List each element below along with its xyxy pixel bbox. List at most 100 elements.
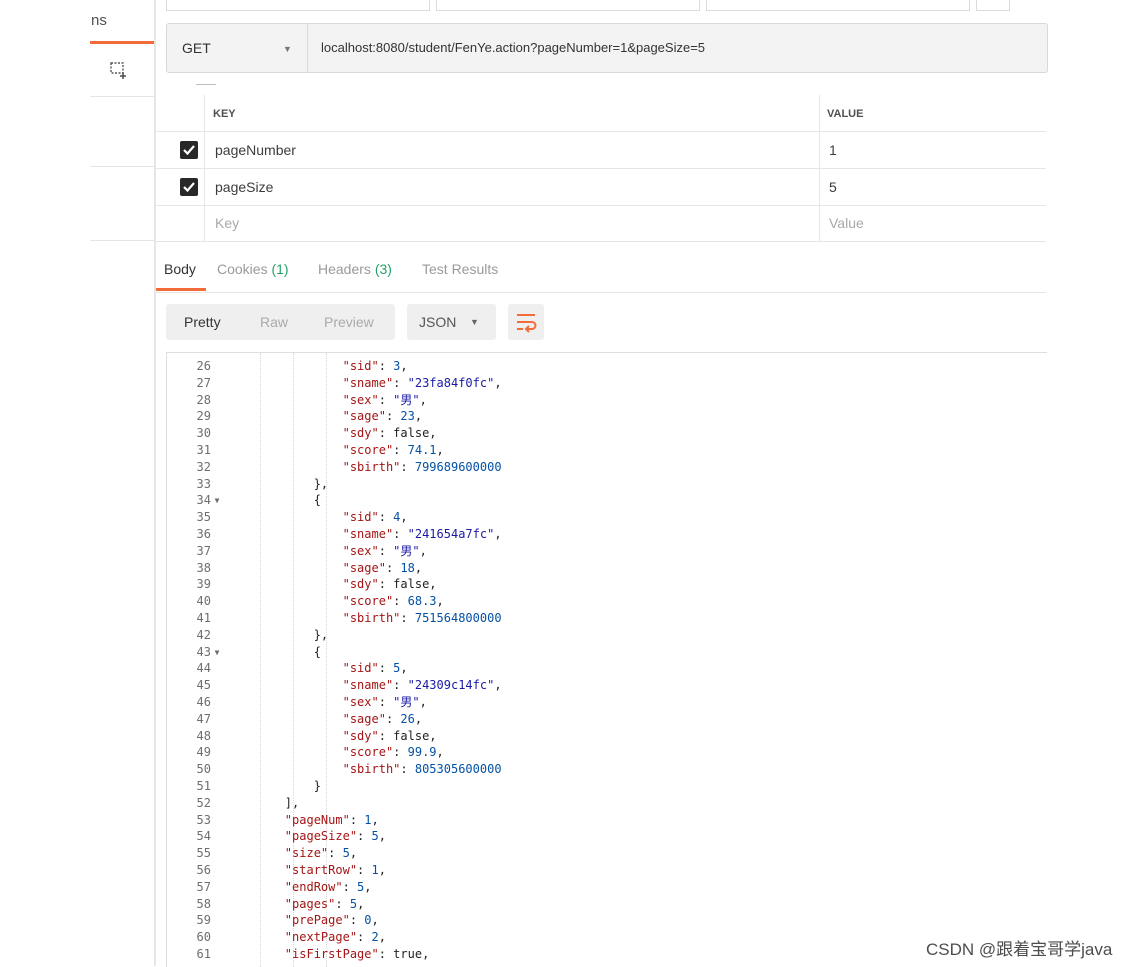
line-number: 45 [196,678,211,693]
tab-headers[interactable]: Headers (3) [318,261,392,277]
wrap-lines-icon[interactable] [508,304,544,340]
code-text: "sname": "24309c14fc", [342,678,502,693]
new-value-input[interactable]: Value [819,205,1046,241]
code-text: } [227,779,321,793]
value-header-label: VALUE [827,108,864,120]
line-number: 29 [196,409,211,424]
line-number: 32 [196,459,211,474]
param-key: pageNumber [215,142,296,158]
sidebar-tab-label[interactable]: ns [91,12,107,29]
code-line: 27 "sname": "23fa84f0fc", [167,375,1047,392]
view-mode-group: Pretty Raw Preview [166,304,395,340]
code-text: "score": 74.1, [342,443,444,457]
param-row: pageSize 5 [156,169,1046,206]
code-line: 32 "sbirth": 799689600000 [167,459,1047,476]
code-text: "sname": "241654a7fc", [342,527,502,541]
code-text: "endRow": 5, [284,879,372,894]
code-text: "isFirstPage": true, [284,947,430,961]
code-text: ], [227,795,300,810]
tab-cookies[interactable]: Cookies (1) [217,261,289,277]
code-line: 48 "sdy": false, [167,728,1047,745]
line-number: 57 [196,879,211,894]
checkbox-column-header [156,95,204,131]
tab-body[interactable]: Body [164,261,196,277]
tab-headers-label: Headers [318,261,371,277]
line-number: 33 [196,476,211,491]
url-input[interactable]: localhost:8080/student/FenYe.action?page… [321,40,705,55]
param-checkbox[interactable] [156,132,204,168]
sidebar: ns [0,0,156,966]
line-number: 54 [196,829,211,844]
code-line: 58 "pages": 5, [167,896,1047,913]
param-value-cell[interactable]: 5 [819,169,1046,205]
params-header-row: KEY VALUE [156,95,1046,132]
param-key-cell[interactable]: pageNumber [204,132,820,168]
code-line: 42 }, [167,627,1047,644]
tab-test-results[interactable]: Test Results [422,261,498,277]
code-line: 55 "size": 5, [167,845,1047,862]
preview-button[interactable]: Preview [324,314,374,330]
code-line: 50 "sbirth": 805305600000 [167,761,1047,778]
code-text: { [227,493,321,508]
active-tab-underline [156,288,206,291]
line-number: 42 [196,627,211,642]
code-text: "sbirth": 805305600000 [342,762,502,777]
param-key-cell[interactable]: pageSize [204,169,820,205]
line-number: 47 [196,711,211,726]
fold-arrow-icon[interactable]: ▼ [211,492,223,509]
line-number: 28 [196,392,211,407]
fold-arrow-icon[interactable]: ▼ [211,644,223,661]
line-number: 44 [196,661,211,676]
code-text: "sid": 5, [342,661,408,676]
raw-button[interactable]: Raw [260,314,288,330]
code-text: "sex": "男", [342,543,427,558]
line-number: 37 [196,543,211,558]
check-icon[interactable] [180,178,198,196]
code-line: 52 ], [167,795,1047,812]
line-number: 27 [196,375,211,390]
code-line: 26 "sid": 3, [167,358,1047,375]
line-number: 26 [196,359,211,373]
code-line: 41 "sbirth": 751564800000 [167,610,1047,627]
code-text: "sid": 3, [342,359,408,373]
code-line: 33 }, [167,476,1047,493]
line-number: 61 [196,947,211,961]
new-window-icon[interactable] [108,59,130,81]
response-body-editor[interactable]: 26 "sid": 3, 27 "sname": "23fa84f0fc", 28 … [166,352,1047,967]
code-line: 40 "score": 68.3, [167,593,1047,610]
code-text: "prePage": 0, [284,913,379,928]
code-text: "nextPage": 2, [284,930,386,945]
line-number: 56 [196,863,211,877]
method-select[interactable]: GET ▼ [167,24,308,72]
value-placeholder: Value [829,215,864,231]
code-text: "size": 5, [284,846,358,861]
check-icon[interactable] [180,141,198,159]
code-line: 28 "sex": "男", [167,392,1047,409]
code-line: 44 "sid": 5, [167,660,1047,677]
empty-checkbox-cell [156,205,204,241]
code-line: 53 "pageNum": 1, [167,812,1047,829]
line-number: 53 [196,812,211,827]
method-label: GET [182,40,211,56]
pretty-button[interactable]: Pretty [184,314,221,330]
line-number: 49 [196,745,211,760]
format-label: JSON [419,314,457,330]
line-number: 50 [196,762,211,777]
top-button-fragment[interactable] [976,0,1010,11]
code-line: 61 "isFirstPage": true, [167,946,1047,963]
request-bar: GET ▼ localhost:8080/student/FenYe.actio… [166,23,1048,73]
new-key-input[interactable]: Key [204,205,820,241]
param-checkbox[interactable] [156,169,204,205]
line-number: 52 [196,795,211,810]
code-text: "sage": 26, [342,711,423,726]
code-line: 57 "endRow": 5, [167,879,1047,896]
line-number: 48 [196,728,211,743]
code-text: "score": 99.9, [342,745,444,760]
code-text: "sex": "男", [342,392,427,407]
line-number: 40 [196,594,211,609]
code-line: 35 "sid": 4, [167,509,1047,526]
key-header-label: KEY [213,108,236,120]
code-line: 60 "nextPage": 2, [167,929,1047,946]
param-value-cell[interactable]: 1 [819,132,1046,168]
format-select[interactable]: JSON ▼ [407,304,496,340]
